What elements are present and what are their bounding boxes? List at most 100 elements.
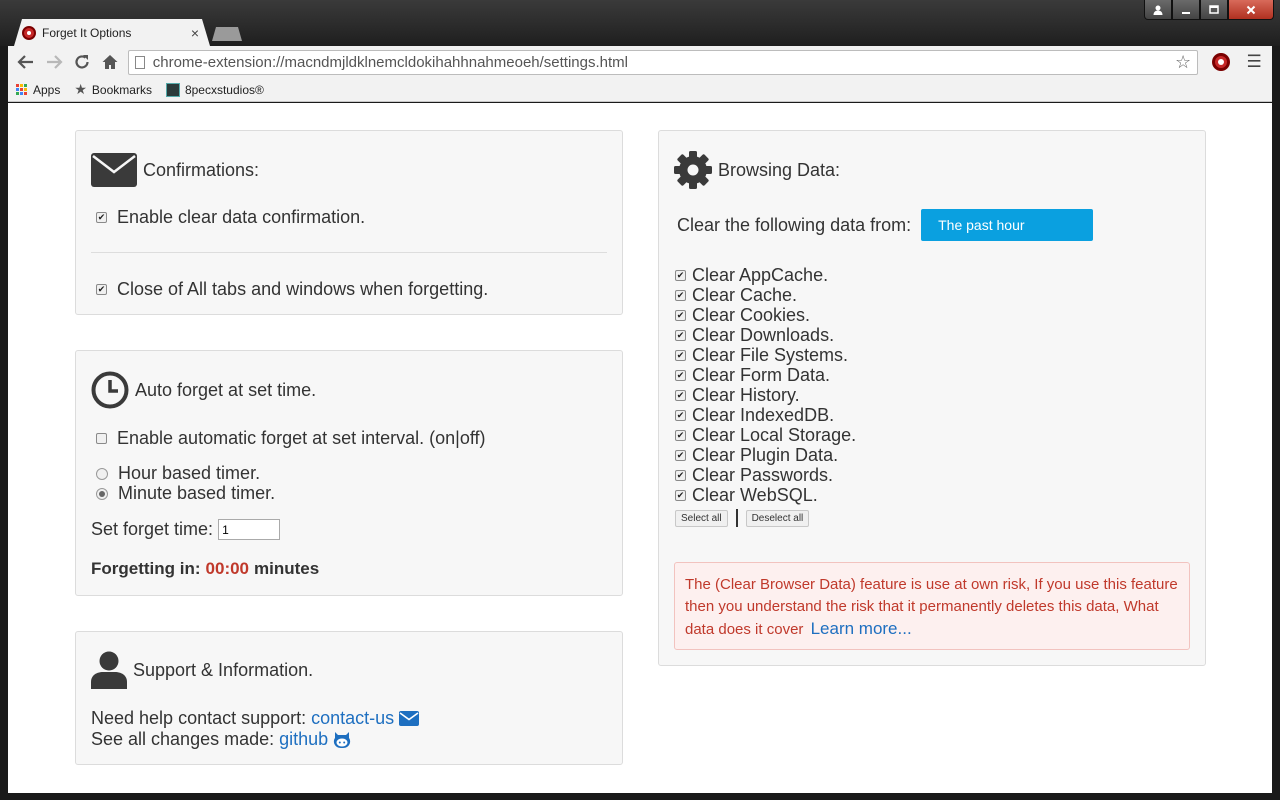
set-forget-time-label: Set forget time: bbox=[91, 519, 214, 539]
forget-time-input[interactable] bbox=[218, 519, 281, 540]
settings-page: Confirmations: ✔ Enable clear data confi… bbox=[8, 103, 1272, 793]
bookmark-8pecxstudios[interactable]: 8pecxstudios® bbox=[165, 82, 264, 97]
clear-appcache-checkbox[interactable]: ✔ bbox=[675, 269, 686, 281]
clear-cache-checkbox[interactable]: ✔ bbox=[675, 289, 686, 301]
checkbox-label: Enable clear data confirmation. bbox=[117, 207, 366, 227]
apps-grid-icon bbox=[16, 84, 27, 95]
bookmark-label: Apps bbox=[33, 82, 61, 97]
confirmations-title: Confirmations: bbox=[143, 159, 260, 180]
divider bbox=[91, 252, 607, 253]
checkbox-label: Clear File Systems. bbox=[692, 344, 849, 365]
checkbox-label: Clear Passwords. bbox=[692, 464, 834, 485]
confirmations-panel: Confirmations: ✔ Enable clear data confi… bbox=[75, 130, 623, 315]
github-octocat-icon bbox=[334, 731, 351, 748]
checkbox-label: Close of All tabs and windows when forge… bbox=[117, 279, 489, 299]
clear-from-label: Clear the following data from: bbox=[677, 214, 912, 235]
clear-form-data-checkbox[interactable]: ✔ bbox=[675, 369, 686, 381]
support-panel: Support & Information. Need help contact… bbox=[75, 631, 623, 765]
reload-icon bbox=[75, 55, 89, 69]
clear-passwords-row: ✔ Clear Passwords. bbox=[675, 465, 856, 485]
learn-more-link[interactable]: Learn more... bbox=[811, 619, 912, 638]
window-controls bbox=[1144, 0, 1274, 20]
close-window-button[interactable] bbox=[1228, 0, 1274, 20]
gear-icon bbox=[674, 151, 712, 189]
clear-plugin-data-row: ✔ Clear Plugin Data. bbox=[675, 445, 856, 465]
clear-downloads-row: ✔ Clear Downloads. bbox=[675, 325, 856, 345]
clear-history-checkbox[interactable]: ✔ bbox=[675, 389, 686, 401]
set-forget-time-row: Set forget time: bbox=[91, 519, 281, 540]
minutes-label: minutes bbox=[254, 559, 320, 578]
clear-downloads-checkbox[interactable]: ✔ bbox=[675, 329, 686, 341]
auto-forget-title: Auto forget at set time. bbox=[135, 379, 317, 400]
confirm-clear-data-row: ✔ Enable clear data confirmation. bbox=[96, 207, 365, 228]
minute-timer-radio[interactable] bbox=[96, 487, 108, 500]
envelope-icon bbox=[91, 153, 137, 187]
auto-forget-header: Auto forget at set time. bbox=[91, 371, 316, 409]
chrome-menu-icon[interactable]: ☰ bbox=[1240, 52, 1268, 72]
checkbox-label: Clear Downloads. bbox=[692, 324, 835, 345]
forgetting-in-label: Forgetting in: bbox=[91, 559, 201, 578]
hour-timer-radio[interactable] bbox=[96, 467, 108, 480]
bookmark-bookmarks[interactable]: ★ Bookmarks bbox=[74, 81, 152, 98]
url-text: chrome-extension://macndmjldklnemcldokih… bbox=[152, 53, 628, 71]
hour-timer-row: Hour based timer. bbox=[96, 463, 260, 484]
radio-label: Minute based timer. bbox=[118, 483, 276, 503]
clear-plugin-data-checkbox[interactable]: ✔ bbox=[675, 449, 686, 461]
tab-forget-it-options[interactable]: Forget It Options × bbox=[14, 19, 210, 46]
checkbox-label: Clear Cookies. bbox=[692, 304, 811, 325]
bookmark-star-icon[interactable]: ☆ bbox=[1175, 52, 1191, 73]
clear-indexeddb-checkbox[interactable]: ✔ bbox=[675, 409, 686, 421]
time-range-value: The past hour bbox=[938, 217, 1025, 233]
bookmark-label: 8pecxstudios® bbox=[184, 82, 264, 97]
github-link[interactable]: github bbox=[279, 729, 328, 750]
clear-local-storage-checkbox[interactable]: ✔ bbox=[675, 429, 686, 441]
clear-passwords-checkbox[interactable]: ✔ bbox=[675, 469, 686, 481]
bookmarks-bar: Apps ★ Bookmarks 8pecxstudios® bbox=[8, 78, 1272, 102]
checkbox-label: Clear Cache. bbox=[692, 284, 798, 305]
countdown-value: 00:00 bbox=[205, 559, 250, 578]
back-button[interactable] bbox=[12, 48, 40, 76]
browsing-data-header: Browsing Data: bbox=[674, 151, 840, 189]
auto-forget-enable-checkbox[interactable] bbox=[96, 433, 107, 444]
forgetting-in-row: Forgetting in: 00:00 minutes bbox=[91, 559, 319, 579]
home-icon bbox=[102, 55, 118, 69]
forward-button[interactable] bbox=[40, 48, 68, 76]
time-range-select[interactable]: The past hour bbox=[921, 209, 1094, 241]
forget-it-extension-icon[interactable] bbox=[1212, 53, 1231, 71]
close-all-tabs-checkbox[interactable]: ✔ bbox=[96, 284, 107, 295]
profile-icon[interactable] bbox=[1144, 0, 1172, 20]
clear-file-systems-checkbox[interactable]: ✔ bbox=[675, 349, 686, 361]
star-icon: ★ bbox=[74, 81, 87, 97]
github-row: See all changes made: github bbox=[91, 729, 351, 750]
clear-cookies-checkbox[interactable]: ✔ bbox=[675, 309, 686, 321]
contact-us-link[interactable]: contact-us bbox=[311, 708, 394, 729]
clear-from-row: Clear the following data from: The past … bbox=[677, 209, 1094, 241]
confirm-clear-data-checkbox[interactable]: ✔ bbox=[96, 212, 107, 223]
new-tab-button[interactable] bbox=[212, 27, 242, 41]
address-bar[interactable]: chrome-extension://macndmjldklnemcldokih… bbox=[127, 49, 1199, 75]
maximize-button[interactable] bbox=[1200, 0, 1228, 20]
contact-support-row: Need help contact support: contact-us bbox=[91, 708, 420, 729]
clear-history-row: ✔ Clear History. bbox=[675, 385, 856, 405]
separator bbox=[735, 509, 738, 527]
select-all-button[interactable]: Select all bbox=[675, 509, 728, 527]
checkbox-label: Clear IndexedDB. bbox=[692, 404, 835, 425]
risk-warning-alert: The (Clear Browser Data) feature is use … bbox=[674, 562, 1190, 650]
bookmark-label: Bookmarks bbox=[91, 82, 152, 97]
page-icon bbox=[134, 55, 145, 69]
home-button[interactable] bbox=[96, 48, 124, 76]
clear-appcache-row: ✔ Clear AppCache. bbox=[675, 265, 856, 285]
clear-indexeddb-row: ✔ Clear IndexedDB. bbox=[675, 405, 856, 425]
clear-cookies-row: ✔ Clear Cookies. bbox=[675, 305, 856, 325]
reload-button[interactable] bbox=[68, 48, 96, 76]
close-all-tabs-row: ✔ Close of All tabs and windows when for… bbox=[96, 279, 488, 300]
bookmark-apps[interactable]: Apps bbox=[16, 83, 60, 97]
browsing-data-panel: Browsing Data: Clear the following data … bbox=[658, 130, 1206, 666]
window-titlebar: Forget It Options × bbox=[0, 0, 1280, 46]
minimize-button[interactable] bbox=[1172, 0, 1200, 20]
warning-text: The (Clear Browser Data) feature is use … bbox=[685, 576, 1178, 638]
clear-websql-checkbox[interactable]: ✔ bbox=[675, 489, 686, 501]
see-changes-text: See all changes made: bbox=[91, 729, 275, 749]
tab-close-icon[interactable]: × bbox=[188, 25, 202, 41]
deselect-all-button[interactable]: Deselect all bbox=[745, 509, 810, 527]
